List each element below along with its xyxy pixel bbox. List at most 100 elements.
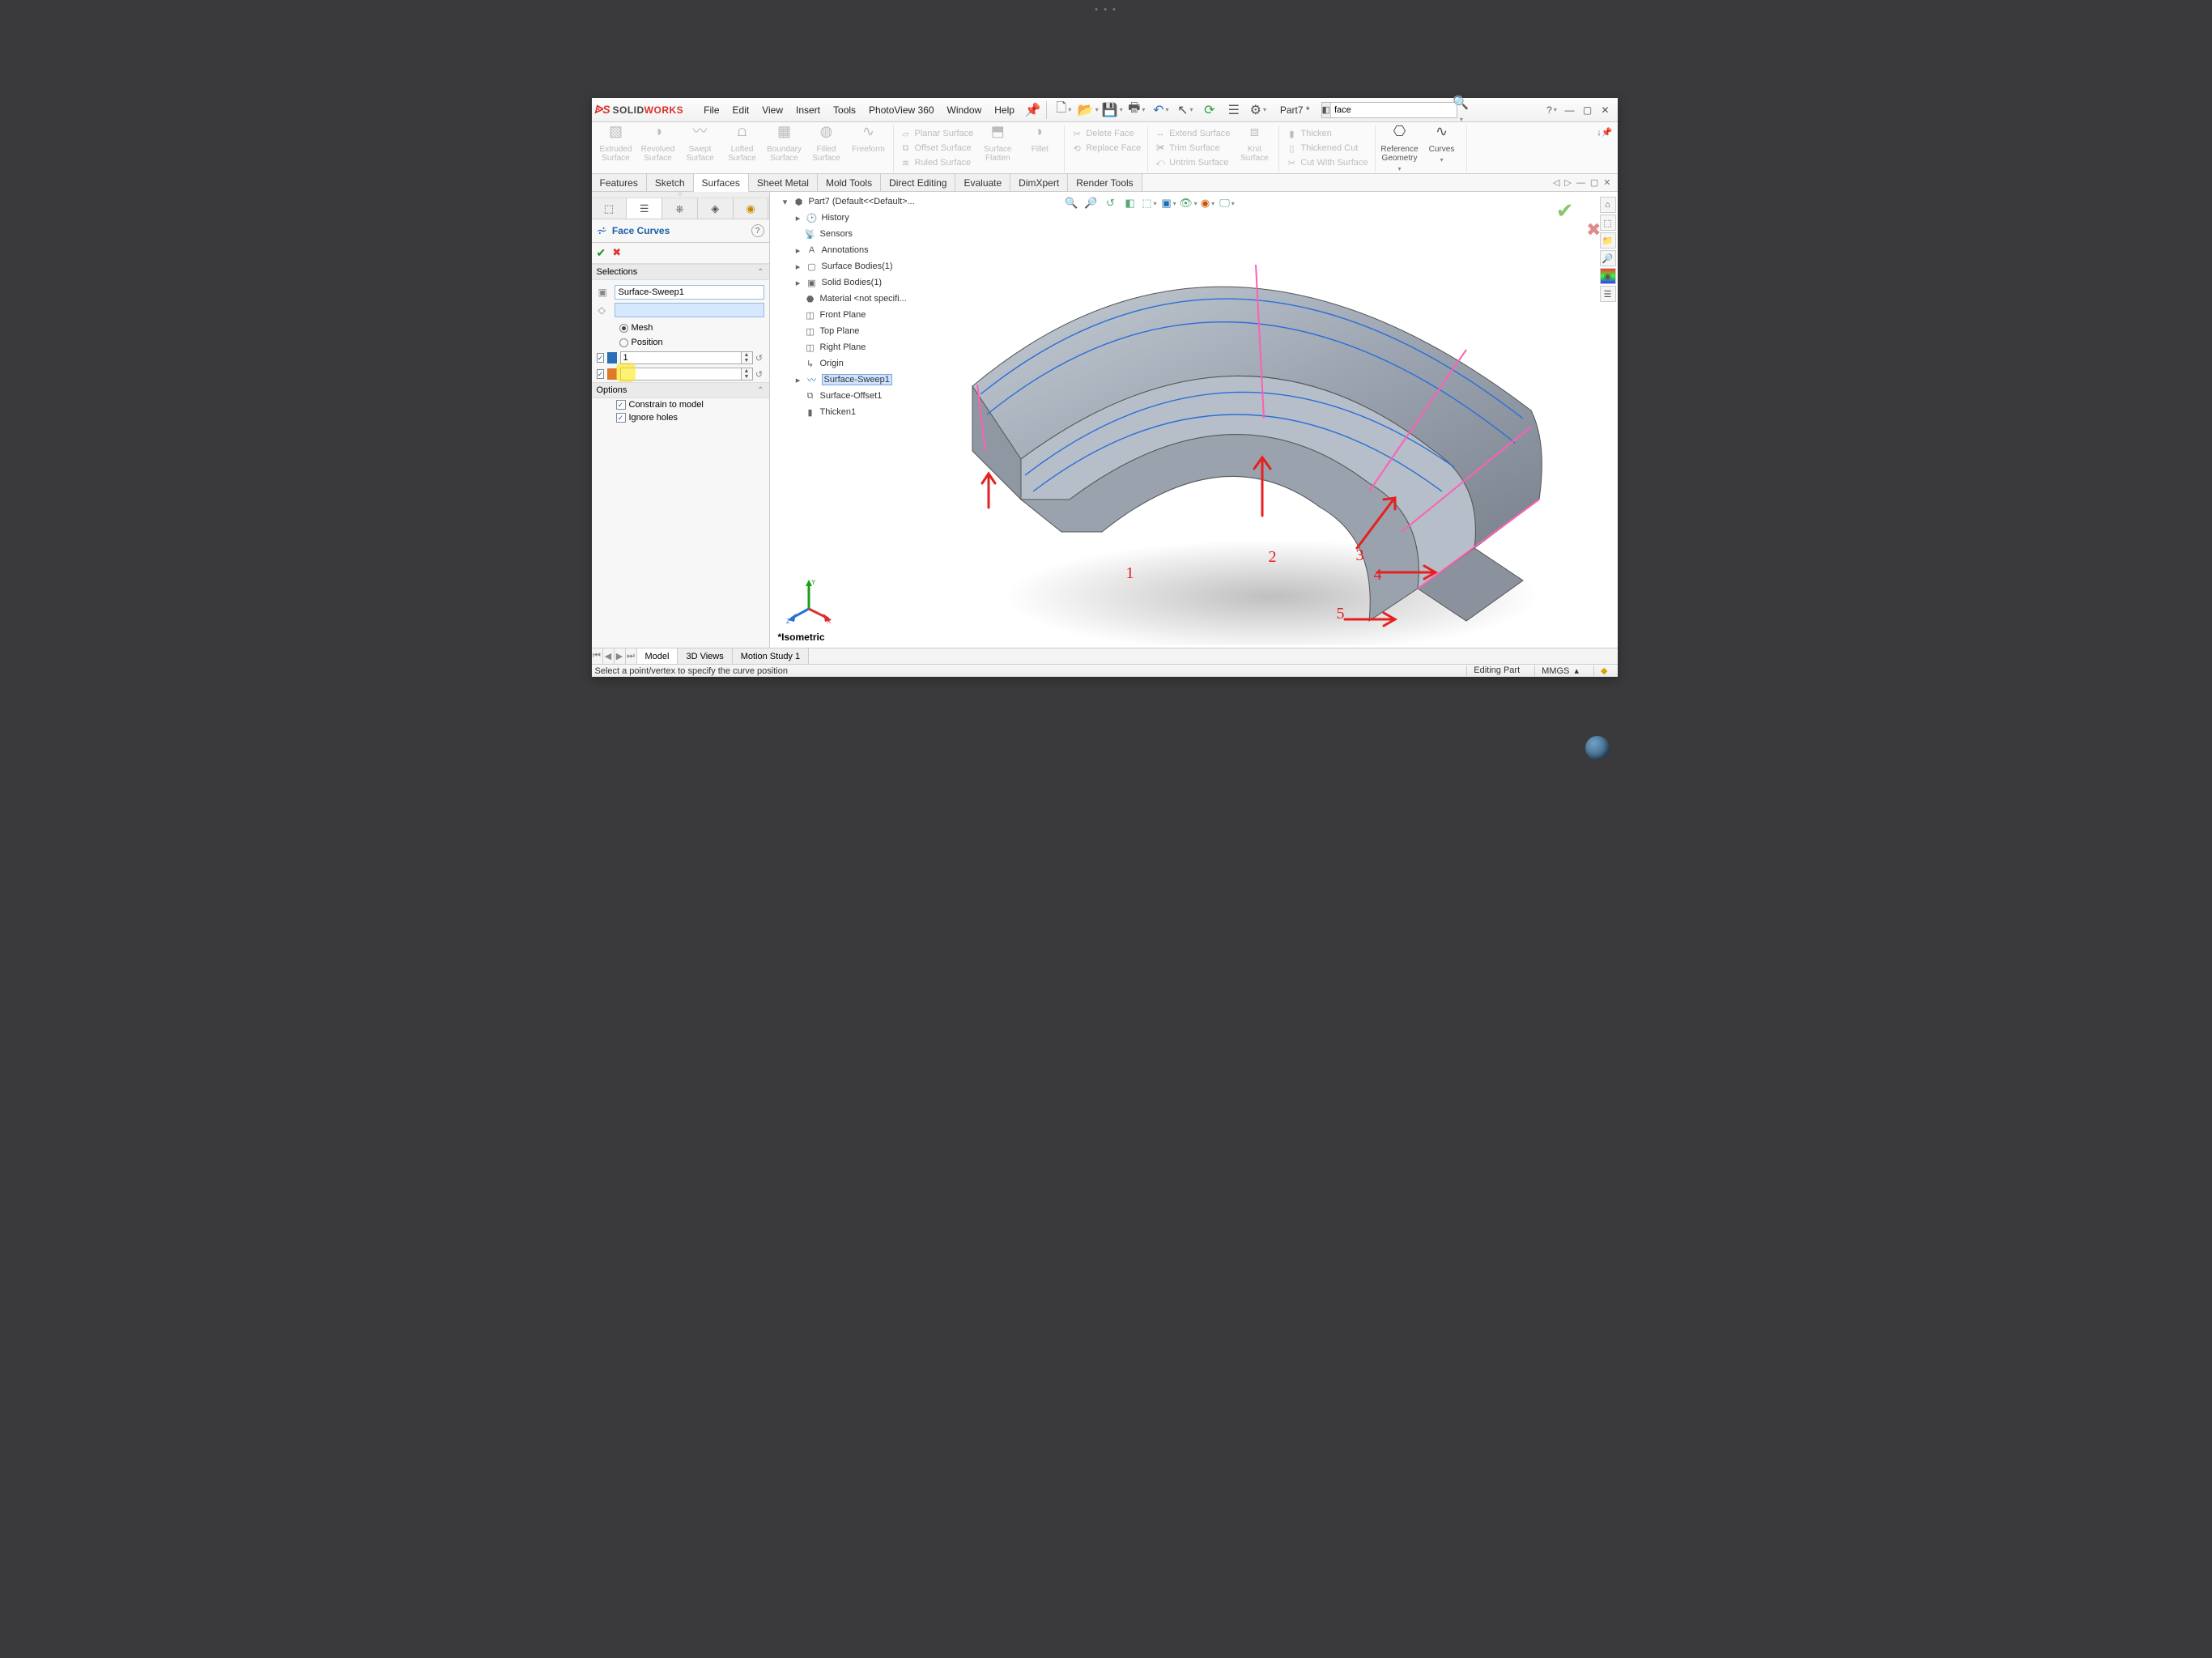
settings-button[interactable]: ⚙ xyxy=(1246,100,1270,120)
dir1-up[interactable]: ▲ xyxy=(742,352,752,358)
dir1-down[interactable]: ▼ xyxy=(742,358,752,363)
tree-right-plane[interactable]: Right Plane xyxy=(820,342,866,352)
tree-solid-bodies[interactable]: Solid Bodies(1) xyxy=(822,278,883,287)
tab-features[interactable]: Features xyxy=(592,174,647,191)
orientation-triad[interactable]: Y X Z xyxy=(785,576,833,625)
taskpane-resources-icon[interactable]: ⬚ xyxy=(1600,215,1616,231)
help-button[interactable]: ? xyxy=(1543,102,1561,118)
doc-next-icon[interactable]: ▷ xyxy=(1564,177,1571,188)
status-units[interactable]: MMGS ▴ xyxy=(1534,665,1585,676)
tab-3d-views[interactable]: 3D Views xyxy=(678,648,732,664)
minimize-button[interactable]: — xyxy=(1561,102,1579,118)
tab-nav-last[interactable]: ⏭ xyxy=(626,648,637,664)
pm-tab-property-manager[interactable]: ☰ xyxy=(627,198,662,219)
replace-face-button[interactable]: ⟲Replace Face xyxy=(1071,142,1141,155)
dir2-reverse-icon[interactable]: ↺ xyxy=(753,368,766,380)
menu-tools[interactable]: Tools xyxy=(827,101,861,119)
tree-material[interactable]: Material <not specifi... xyxy=(820,294,907,304)
dir2-down[interactable]: ▼ xyxy=(742,374,752,380)
globe-icon[interactable] xyxy=(1585,736,1610,760)
selection-list-empty[interactable] xyxy=(615,303,764,317)
tab-model[interactable]: Model xyxy=(637,648,678,664)
lofted-surface-button[interactable]: ⩍Lofted Surface xyxy=(721,125,764,163)
search-icon[interactable]: 🔍 xyxy=(1453,95,1469,125)
tab-dimxpert[interactable]: DimXpert xyxy=(1010,174,1068,191)
doc-min-icon[interactable]: — xyxy=(1576,178,1585,188)
menu-insert[interactable]: Insert xyxy=(790,101,826,119)
new-button[interactable]: 🗋 xyxy=(1052,100,1076,120)
tree-surface-bodies[interactable]: Surface Bodies(1) xyxy=(822,261,893,271)
select-button[interactable]: ↖ xyxy=(1173,100,1197,120)
dir2-checkbox[interactable]: ✓ xyxy=(597,369,605,379)
tab-surfaces[interactable]: Surfaces xyxy=(694,174,749,192)
panel-resize-handle[interactable] xyxy=(592,192,769,198)
delete-face-button[interactable]: ✂Delete Face xyxy=(1071,127,1141,140)
search-kind-icon[interactable]: ◧ xyxy=(1322,103,1331,117)
rebuild-button[interactable]: ⟳ xyxy=(1197,100,1222,120)
menu-file[interactable]: File xyxy=(698,101,725,119)
tree-history[interactable]: History xyxy=(822,213,849,223)
tab-nav-next[interactable]: ▶ xyxy=(615,648,626,664)
ribbon-pin-icon[interactable]: ↓📌 xyxy=(1597,127,1612,138)
open-button[interactable]: 📂 xyxy=(1076,100,1100,120)
surface-flatten-button[interactable]: ⬒Surface Flatten xyxy=(976,125,1019,163)
tree-surface-sweep1[interactable]: Surface-Sweep1 xyxy=(822,374,892,385)
ruled-surface-button[interactable]: ≋Ruled Surface xyxy=(900,156,974,169)
menu-edit[interactable]: Edit xyxy=(727,101,755,119)
pm-tab-dimxpert[interactable]: ◈ xyxy=(698,198,734,219)
tab-direct-editing[interactable]: Direct Editing xyxy=(881,174,955,191)
freeform-button[interactable]: ∿Freeform xyxy=(848,125,890,154)
tab-mold-tools[interactable]: Mold Tools xyxy=(818,174,881,191)
swept-surface-button[interactable]: 〰Swept Surface xyxy=(679,125,721,163)
tree-top-plane[interactable]: Top Plane xyxy=(820,326,860,336)
status-warn-icon[interactable]: ◆ xyxy=(1593,665,1614,676)
untrim-surface-button[interactable]: ⤺Untrim Surface xyxy=(1155,156,1230,169)
pm-tab-display-manager[interactable]: ◉ xyxy=(734,198,769,219)
fillet-button[interactable]: ◗Fillet xyxy=(1019,125,1061,154)
reference-geometry-button[interactable]: ⎔Reference Geometry▾ xyxy=(1379,125,1421,173)
print-button[interactable]: 🖶 xyxy=(1125,100,1149,120)
taskpane-appearances-icon[interactable]: ☰ xyxy=(1600,286,1616,302)
boundary-surface-button[interactable]: ▦Boundary Surface xyxy=(764,125,806,163)
tree-annotations[interactable]: Annotations xyxy=(822,245,869,255)
tree-root[interactable]: Part7 (Default<<Default>... xyxy=(809,197,915,206)
menu-view[interactable]: View xyxy=(756,101,789,119)
menu-photoview[interactable]: PhotoView 360 xyxy=(863,101,940,119)
menu-window[interactable]: Window xyxy=(942,101,988,119)
maximize-button[interactable]: ▢ xyxy=(1579,102,1597,118)
search-input[interactable] xyxy=(1331,105,1453,115)
tree-origin[interactable]: Origin xyxy=(820,359,844,368)
pin-icon[interactable]: 📌 xyxy=(1025,102,1041,118)
offset-surface-button[interactable]: ⧉Offset Surface xyxy=(900,142,974,155)
thickened-cut-button[interactable]: ▯Thickened Cut xyxy=(1286,142,1368,155)
thicken-button[interactable]: ▮Thicken xyxy=(1286,127,1368,140)
tab-evaluate[interactable]: Evaluate xyxy=(955,174,1010,191)
taskpane-home-icon[interactable]: ⌂ xyxy=(1600,197,1616,213)
dir2-count-input[interactable] xyxy=(620,368,742,380)
knit-surface-button[interactable]: ⧈Knit Surface xyxy=(1233,125,1275,163)
tab-nav-first[interactable]: ⏮ xyxy=(592,648,603,664)
pm-tab-config-manager[interactable]: ⎈ xyxy=(662,198,698,219)
menu-help[interactable]: Help xyxy=(989,101,1020,119)
cancel-button[interactable]: ✖ xyxy=(612,246,621,260)
ignore-holes-checkbox[interactable]: ✓Ignore holes xyxy=(592,411,769,424)
doc-max-icon[interactable]: ▢ xyxy=(1590,177,1598,188)
radio-position[interactable]: Position xyxy=(592,335,769,350)
tree-thicken1[interactable]: Thicken1 xyxy=(820,407,857,417)
constrain-checkbox[interactable]: ✓Constrain to model xyxy=(592,398,769,411)
cut-with-surface-button[interactable]: ✂Cut With Surface xyxy=(1286,156,1368,169)
graphics-viewport[interactable]: ▾⬢Part7 (Default<<Default>... ▸🕑History … xyxy=(770,192,1618,648)
taskpane-library-icon[interactable]: 📁 xyxy=(1600,232,1616,249)
ok-button[interactable]: ✔ xyxy=(597,246,606,260)
drag-handle[interactable]: • • • xyxy=(1095,5,1117,15)
doc-prev-icon[interactable]: ◁ xyxy=(1553,177,1559,188)
undo-button[interactable]: ↶ xyxy=(1149,100,1173,120)
tab-nav-prev[interactable]: ◀ xyxy=(603,648,615,664)
pm-tab-feature-manager[interactable]: ⬚ xyxy=(592,198,627,219)
extruded-surface-button[interactable]: ▧Extruded Surface xyxy=(595,125,637,163)
pm-help-icon[interactable]: ? xyxy=(751,224,764,237)
radio-mesh[interactable]: Mesh xyxy=(592,321,769,335)
section-selections[interactable]: Selections⌃ xyxy=(592,264,769,280)
dir1-count-input[interactable] xyxy=(620,351,742,364)
revolved-surface-button[interactable]: ◑Revolved Surface xyxy=(637,125,679,163)
